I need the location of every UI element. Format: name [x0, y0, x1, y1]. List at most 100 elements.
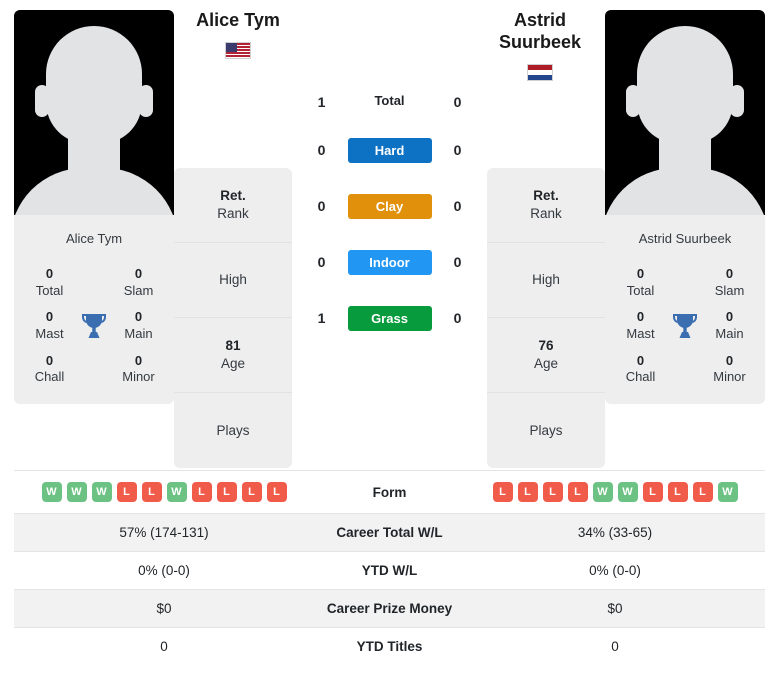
info-row-rank: Ret. Rank: [174, 168, 292, 243]
info-row-rank: Ret. Rank: [487, 168, 605, 243]
h2h-row-hard: 0 Hard 0: [296, 122, 483, 178]
form-badge-l: L: [567, 482, 588, 502]
form-badge-l: L: [642, 482, 663, 502]
player-left-photo-card: Alice Tym 0 Total 0 Slam 0 Mast 0 Main 0…: [14, 10, 174, 404]
h2h-left-score: 0: [317, 254, 326, 270]
titles-label: Slam: [123, 282, 154, 298]
row-value-left: 0: [160, 639, 168, 654]
titles-cell: 0 Mast: [22, 309, 77, 342]
surface-badge-hard[interactable]: Hard: [347, 137, 432, 163]
h2h-total-label-wrap: Total: [344, 92, 436, 110]
row-label: Form: [372, 484, 407, 500]
comparison-top-section: Alice Tym 0 Total 0 Slam 0 Mast 0 Main 0…: [0, 0, 779, 470]
titles-label: Mast: [626, 325, 655, 341]
titles-cell: 0 Total: [22, 266, 77, 299]
table-row: 57% (174-131) Career Total W/L 34% (33-6…: [14, 513, 765, 552]
info-row-age: 76 Age: [487, 318, 605, 393]
row-value-right: $0: [607, 601, 623, 616]
titles-label: Main: [715, 325, 744, 341]
surface-badge-grass[interactable]: Grass: [347, 305, 432, 331]
titles-value: 0: [45, 266, 54, 281]
titles-cell: 0 Minor: [702, 353, 757, 386]
table-row: 0 YTD Titles 0: [14, 627, 765, 666]
player-left-titles-grid: 0 Total 0 Slam 0 Mast 0 Main 0 Chall 0 M…: [14, 266, 174, 404]
titles-value: 0: [725, 309, 734, 325]
form-badge-l: L: [542, 482, 563, 502]
form-badges-right: LLLLWWLLLW: [471, 482, 759, 502]
info-row-plays: Plays: [174, 393, 292, 468]
player-left-avatar: [14, 10, 174, 215]
player-left-photo-caption: Alice Tym: [65, 231, 123, 246]
h2h-right-score: 0: [453, 254, 462, 270]
form-badge-w: W: [41, 482, 62, 502]
info-label: Age: [220, 356, 246, 371]
titles-cell: 0 Main: [111, 309, 166, 342]
trophy-icon: [668, 312, 702, 340]
form-badge-l: L: [191, 482, 212, 502]
surface-badge-indoor[interactable]: Indoor: [347, 249, 432, 275]
titles-label: Minor: [713, 369, 746, 385]
h2h-right-score: 0: [453, 198, 462, 214]
info-label: High: [532, 272, 560, 288]
info-label: Plays: [216, 422, 250, 438]
form-badge-l: L: [241, 482, 262, 502]
titles-value: 0: [134, 352, 143, 368]
form-badge-l: L: [692, 482, 713, 502]
titles-label: Minor: [122, 369, 155, 385]
titles-label: Chall: [34, 369, 65, 385]
titles-value: 0: [636, 266, 645, 281]
player-right-titles-grid: 0 Total 0 Slam 0 Mast 0 Main 0 Chall 0 M…: [605, 266, 765, 404]
form-badge-l: L: [266, 482, 287, 502]
titles-label: Mast: [35, 325, 64, 341]
form-badge-w: W: [717, 482, 738, 502]
row-value-left: $0: [156, 601, 172, 616]
info-row-age: 81 Age: [174, 318, 292, 393]
info-value: Ret.: [533, 188, 559, 204]
form-badge-l: L: [141, 482, 162, 502]
titles-cell: 0 Total: [613, 266, 668, 299]
h2h-left-score: 1: [317, 94, 326, 110]
h2h-left-score: 1: [317, 310, 326, 326]
info-row-high: High: [487, 243, 605, 318]
info-label: High: [219, 272, 247, 288]
info-value: Ret.: [220, 188, 246, 204]
titles-cell: 0 Main: [702, 309, 757, 342]
form-badge-l: L: [116, 482, 137, 502]
h2h-row-total: 1 Total 0: [296, 10, 483, 122]
table-row: 0% (0-0) YTD W/L 0% (0-0): [14, 551, 765, 590]
player-left-info-card: Ret. Rank High 81 Age Plays: [174, 168, 292, 468]
trophy-icon: [77, 312, 111, 340]
surface-badge-clay[interactable]: Clay: [347, 193, 432, 219]
titles-label: Slam: [714, 282, 745, 298]
h2h-row-grass: 1 Grass 0: [296, 290, 483, 346]
form-badges-left: WWWLLWLLLL: [20, 482, 308, 502]
info-label: Age: [533, 356, 559, 371]
titles-cell: 0 Minor: [111, 353, 166, 386]
titles-value: 0: [45, 309, 54, 325]
row-label: YTD Titles: [356, 639, 423, 654]
row-value-left: 57% (174-131): [119, 525, 209, 540]
row-value-left: 0% (0-0): [138, 563, 190, 578]
titles-value: 0: [134, 309, 143, 325]
titles-cell: 0 Chall: [613, 353, 668, 386]
h2h-row-clay: 0 Clay 0: [296, 178, 483, 234]
titles-value: 0: [134, 266, 143, 281]
h2h-total-label: Total: [374, 93, 405, 108]
head-to-head-column: 1 Total 0 0 Hard 0 0 Clay 0 0 Indoor 0 1…: [292, 10, 487, 346]
row-label: YTD W/L: [361, 563, 418, 578]
row-value-right: 34% (33-65): [577, 525, 653, 540]
h2h-row-indoor: 0 Indoor 0: [296, 234, 483, 290]
form-badge-l: L: [216, 482, 237, 502]
row-value-right: 0% (0-0): [589, 563, 641, 578]
titles-value: 0: [45, 352, 54, 368]
form-badge-w: W: [592, 482, 613, 502]
table-row: WWWLLWLLLL Form LLLLWWLLLW: [14, 470, 765, 514]
info-row-high: High: [174, 243, 292, 318]
form-badge-w: W: [91, 482, 112, 502]
titles-label: Total: [35, 282, 64, 298]
player-right-avatar: [605, 10, 765, 215]
info-label: Rank: [217, 206, 249, 221]
form-badge-l: L: [667, 482, 688, 502]
titles-label: Main: [124, 325, 153, 341]
titles-value: 0: [725, 352, 734, 368]
